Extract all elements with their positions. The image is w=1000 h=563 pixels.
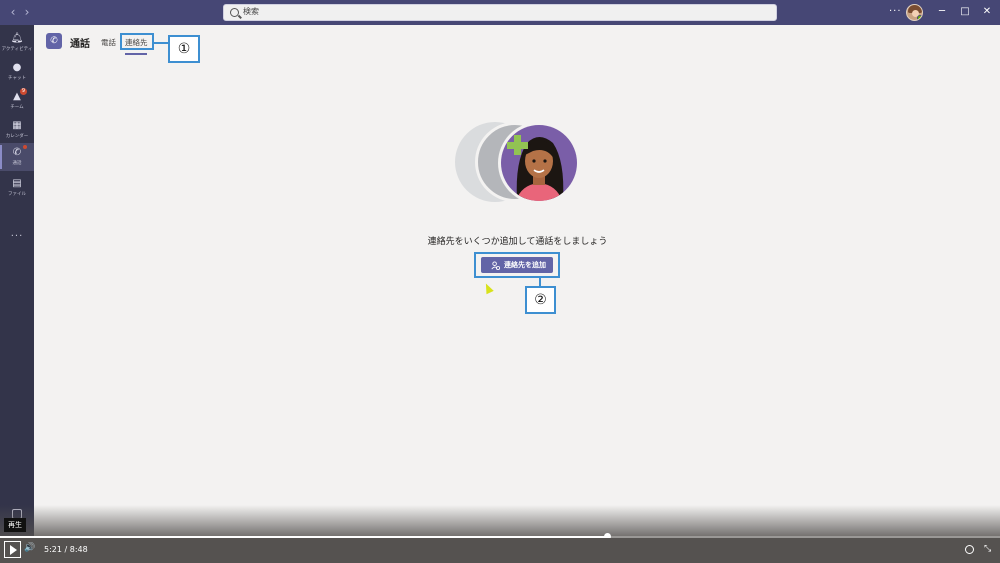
tab-selected-indicator bbox=[125, 53, 147, 55]
add-contact-button[interactable]: 連絡先を追加 bbox=[481, 257, 553, 273]
mouse-cursor bbox=[482, 281, 494, 295]
more-options-button[interactable]: ··· bbox=[889, 6, 902, 17]
video-player-controls bbox=[0, 538, 1000, 563]
rail-item-files[interactable]: ▤ ファイル bbox=[0, 174, 34, 202]
annotation-box-1 bbox=[120, 33, 154, 50]
notification-dot bbox=[23, 145, 27, 149]
settings-gear-icon[interactable] bbox=[965, 545, 974, 554]
app-bar: 🔔︎ アクティビティ ● チャット ▲ 9 チーム ▦ カレンダー ✆ 通話 ▤… bbox=[0, 25, 34, 538]
add-contact-label: 連絡先を追加 bbox=[504, 261, 546, 269]
tab-phone[interactable]: 電話 bbox=[101, 37, 116, 48]
rail-item-teams[interactable]: ▲ 9 チーム bbox=[0, 87, 34, 115]
maximize-button[interactable]: □ bbox=[959, 6, 971, 18]
avatar[interactable] bbox=[906, 4, 923, 21]
phone-icon: ✆ bbox=[12, 147, 22, 158]
calendar-icon: ▦ bbox=[12, 120, 22, 131]
exit-fullscreen-icon[interactable]: ⤡ bbox=[984, 544, 991, 554]
bell-icon: 🔔︎ bbox=[10, 33, 24, 44]
annotation-label-1: ① bbox=[168, 35, 200, 63]
page-title: 通話 bbox=[70, 39, 90, 50]
time-separator: / bbox=[64, 545, 68, 554]
play-button[interactable] bbox=[4, 541, 21, 558]
close-button[interactable]: ✕ bbox=[981, 6, 993, 18]
add-person-icon bbox=[491, 261, 500, 270]
rail-item-calendar[interactable]: ▦ カレンダー bbox=[0, 116, 34, 144]
annotation-connector-1 bbox=[154, 42, 169, 44]
chat-icon: ● bbox=[12, 62, 22, 73]
search-icon bbox=[230, 8, 239, 17]
teams-icon: ▲ bbox=[13, 91, 21, 102]
current-time: 5:21 bbox=[44, 545, 62, 554]
status-available-icon bbox=[917, 15, 922, 20]
rail-item-chat[interactable]: ● チャット bbox=[0, 58, 34, 86]
search-placeholder: 検索 bbox=[243, 7, 259, 16]
volume-icon[interactable]: 🔊 bbox=[24, 543, 35, 553]
play-tooltip: 再生 bbox=[4, 518, 26, 532]
empty-state-message: 連絡先をいくつか追加して通話をしましょう bbox=[427, 237, 608, 247]
rail-item-calls[interactable]: ✆ 通話 bbox=[0, 143, 34, 171]
duration: 8:48 bbox=[69, 545, 88, 554]
contact-illustration bbox=[498, 122, 580, 204]
phone-icon: ✆ bbox=[46, 33, 62, 49]
rail-item-activity[interactable]: 🔔︎ アクティビティ bbox=[0, 29, 34, 57]
playback-time: 5:21 / 8:48 bbox=[44, 545, 88, 554]
minimize-button[interactable]: ─ bbox=[936, 6, 948, 18]
file-icon: ▤ bbox=[12, 178, 22, 189]
chevron-right-icon[interactable]: › bbox=[20, 5, 34, 19]
notification-badge: 9 bbox=[20, 88, 27, 95]
title-bar: ‹ › 検索 ··· ─ □ ✕ bbox=[0, 0, 1000, 25]
annotation-label-2: ② bbox=[525, 286, 556, 314]
search-input[interactable]: 検索 bbox=[223, 4, 777, 21]
chevron-left-icon[interactable]: ‹ bbox=[6, 5, 20, 19]
